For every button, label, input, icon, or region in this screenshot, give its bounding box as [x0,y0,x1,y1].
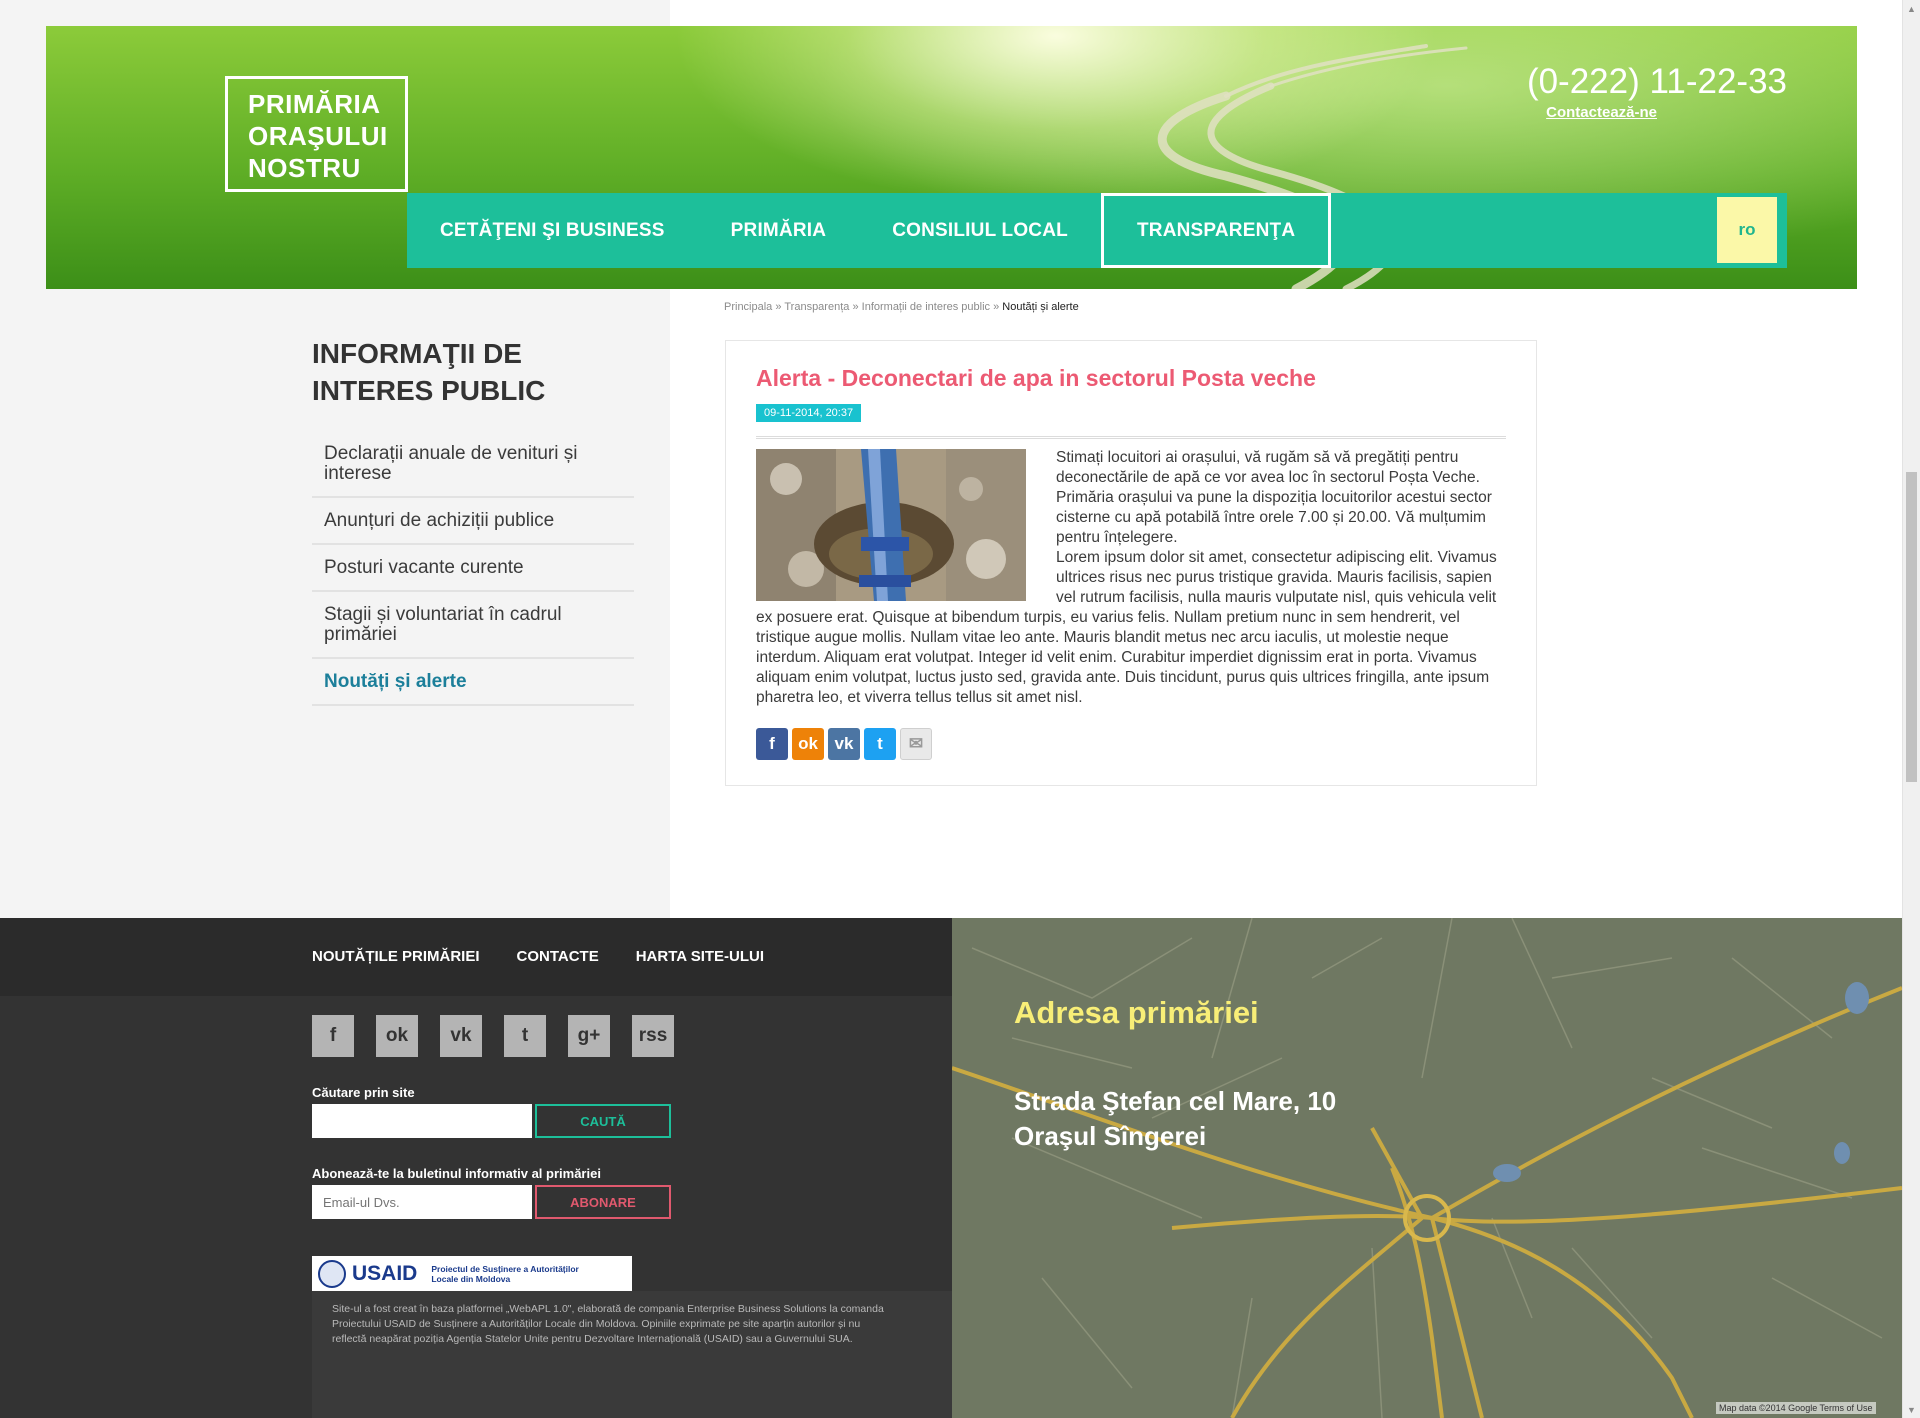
breadcrumb-separator: » [852,301,859,313]
breadcrumb-separator: » [775,301,782,313]
nav-item-local-council[interactable]: CONSILIUL LOCAL [859,193,1101,268]
credit-text: Site-ul a fost creat în baza platformei … [332,1303,884,1345]
sidebar-item-internships[interactable]: Stagii și voluntariat în cadrul primărie… [312,592,634,659]
google-plus-icon[interactable]: g+ [568,1015,610,1057]
article-divider [756,436,1506,439]
email-icon[interactable]: ✉ [900,728,932,760]
search-button[interactable]: CAUTĂ [535,1104,671,1138]
subscribe-label: Abonează-te la buletinul informativ al p… [312,1166,601,1181]
sidebar-title-line: INFORMAŢII DE [312,338,522,369]
address-map[interactable] [952,918,1902,1418]
address-title: Adresa primăriei [1014,995,1259,1030]
scroll-down-icon[interactable]: ▼ [1903,1401,1920,1418]
rss-icon[interactable]: rss [632,1015,674,1057]
sidebar-title-line: INTERES PUBLIC [312,375,546,406]
footer-link-contacts[interactable]: CONTACTE [517,948,599,965]
site-search-input[interactable] [312,1104,532,1138]
address-street: Strada Ştefan cel Mare, 10 [1014,1086,1337,1116]
article-card: Alerta - Deconectari de apa in sectorul … [725,340,1537,786]
address-city: Oraşul Sîngerei [1014,1121,1207,1151]
nav-item-citizens-business[interactable]: CETĂŢENI ŞI BUSINESS [407,193,698,268]
usaid-logo[interactable]: USAID Proiectul de Susținere a Autorităț… [312,1256,632,1291]
page-scrollbar[interactable]: ▲ ▼ [1902,0,1920,1418]
image-spacer [756,448,1056,602]
map-attribution[interactable]: Map data ©2014 Google Terms of Use [1716,1402,1876,1414]
nav-item-transparency[interactable]: TRANSPARENŢA [1100,193,1332,268]
odnoklassniki-icon[interactable]: ok [792,728,824,760]
site-logo[interactable]: PRIMĂRIA ORAŞULUI NOSTRU [225,76,408,192]
sidebar-item-declarations[interactable]: Declarații anuale de venituri și interes… [312,431,634,498]
search-label: Căutare prin site [312,1085,415,1100]
twitter-icon[interactable]: t [864,728,896,760]
scroll-up-icon[interactable]: ▲ [1903,0,1920,17]
footer-link-news[interactable]: NOUTĂȚILE PRIMĂRIEI [312,948,480,965]
social-links: f ok vk t g+ rss [312,1015,674,1057]
facebook-icon[interactable]: f [756,728,788,760]
article-title: Alerta - Deconectari de apa in sectorul … [756,365,1316,391]
language-button[interactable]: ro [1717,197,1777,263]
twitter-icon[interactable]: t [504,1015,546,1057]
logo-line: PRIMĂRIA [248,89,381,119]
newsletter-email-input[interactable] [312,1185,532,1219]
scroll-thumb[interactable] [1906,472,1917,782]
logo-line: NOSTRU [248,153,361,183]
sidebar-item-procurement[interactable]: Anunțuri de achiziții publice [312,498,634,545]
site-header: PRIMĂRIA ORAŞULUI NOSTRU (0-222) 11-22-3… [46,26,1857,289]
facebook-icon[interactable]: f [312,1015,354,1057]
footer-nav: NOUTĂȚILE PRIMĂRIEI CONTACTE HARTA SITE-… [312,948,764,965]
breadcrumb-link[interactable]: Transparența [784,301,849,313]
sidebar-item-vacancies[interactable]: Posturi vacante curente [312,545,634,592]
logo-line: ORAŞULUI [248,121,388,151]
sidebar-title: INFORMAŢII DE INTERES PUBLIC [312,335,632,409]
odnoklassniki-icon[interactable]: ok [376,1015,418,1057]
vk-icon[interactable]: vk [828,728,860,760]
breadcrumb-link[interactable]: Principala [724,301,772,313]
usaid-wordmark: USAID [352,1261,418,1285]
article-body: Stimați locuitori ai orașului, vă rugăm … [756,448,1508,708]
map-roads [952,918,1902,1418]
sidebar-item-news-alerts[interactable]: Noutăți și alerte [312,659,634,706]
date-badge: 09-11-2014, 20:37 [756,404,862,422]
breadcrumb-current: Noutăți și alerte [1002,301,1079,313]
contact-link[interactable]: Contactează-ne [1546,104,1657,121]
breadcrumb-link[interactable]: Informații de interes public [862,301,990,313]
phone-number: (0-222) 11-22-33 [1526,62,1787,101]
vk-icon[interactable]: vk [440,1015,482,1057]
sidebar-menu: Declarații anuale de venituri și interes… [312,431,634,706]
share-buttons: f ok vk t ✉ [756,728,932,760]
main-nav: CETĂŢENI ŞI BUSINESS PRIMĂRIA CONSILIUL … [407,193,1787,268]
breadcrumb-separator: » [993,301,1000,313]
usaid-project-name: Proiectul de Susținere a Autorităților L… [431,1263,579,1284]
nav-item-city-hall[interactable]: PRIMĂRIA [698,193,860,268]
footer-link-sitemap[interactable]: HARTA SITE-ULUI [636,948,764,965]
usaid-seal-icon [318,1259,346,1288]
credit-box: Site-ul a fost creat în baza platformei … [312,1291,952,1418]
subscribe-button[interactable]: ABONARE [535,1185,671,1219]
breadcrumb: Principala » Transparența » Informații d… [724,301,1079,313]
